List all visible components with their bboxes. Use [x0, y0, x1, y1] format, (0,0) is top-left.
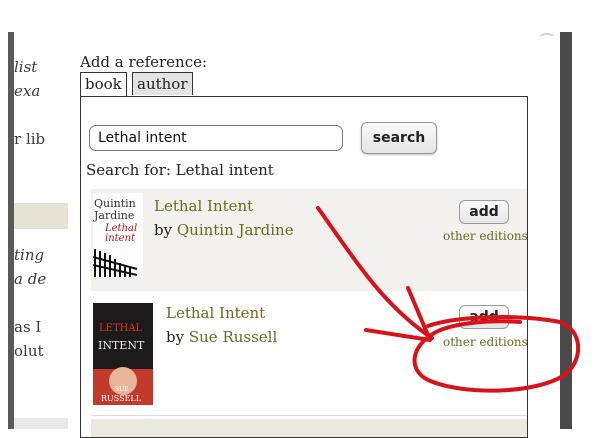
search-for-label: Search for: Lethal intent: [86, 161, 274, 179]
add-button[interactable]: add: [459, 200, 509, 224]
cover-text: SUE: [115, 386, 129, 393]
search-input[interactable]: [89, 125, 343, 151]
result-divider: [91, 415, 527, 416]
add-button[interactable]: add: [459, 305, 509, 329]
other-editions-link[interactable]: other editions: [443, 335, 528, 349]
author-link[interactable]: Sue Russell: [189, 328, 277, 346]
background-text: ting: [14, 246, 45, 264]
book-title-link[interactable]: Lethal Intent: [166, 304, 265, 322]
cover-text: Jardine: [93, 209, 134, 222]
tab-author[interactable]: author: [132, 72, 193, 95]
background-text: a de: [14, 270, 47, 288]
background-text: as I: [14, 318, 42, 336]
cover-text: intent: [105, 233, 136, 244]
book-title-link[interactable]: Lethal Intent: [154, 197, 253, 215]
cover-text: INTENT: [98, 339, 145, 352]
background-text: exa: [14, 82, 41, 100]
result-item-partial: [91, 419, 527, 437]
dialog-title: Add a reference:: [80, 53, 208, 71]
result-item: LETHAL INTENT SUE RUSSELL Lethal Intent …: [91, 297, 528, 417]
search-button[interactable]: search: [361, 122, 437, 154]
cover-text: LETHAL: [99, 323, 143, 334]
add-reference-dialog: Add a reference: book author search Sear…: [68, 36, 560, 438]
book-author-line: by Quintin Jardine: [154, 221, 294, 239]
book-search-panel: search Search for: Lethal intent Quintin…: [80, 96, 528, 438]
book-author-line: by Sue Russell: [166, 328, 277, 346]
modal-overlay-edge: [560, 32, 572, 429]
book-cover-image: LETHAL INTENT SUE RUSSELL: [93, 303, 153, 405]
other-editions-link[interactable]: other editions: [443, 229, 528, 243]
book-cover-image: Quintin Jardine Lethal intent: [93, 193, 143, 277]
author-link[interactable]: Quintin Jardine: [177, 221, 294, 239]
background-text: r lib: [14, 130, 46, 148]
by-label: by: [166, 328, 189, 346]
background-text: list: [14, 58, 38, 76]
background-text: olut: [14, 342, 44, 360]
by-label: by: [154, 221, 177, 239]
tab-book[interactable]: book: [80, 72, 127, 96]
cover-text: RUSSELL: [101, 394, 142, 403]
result-item: Quintin Jardine Lethal intent Lethal Int…: [91, 189, 528, 291]
